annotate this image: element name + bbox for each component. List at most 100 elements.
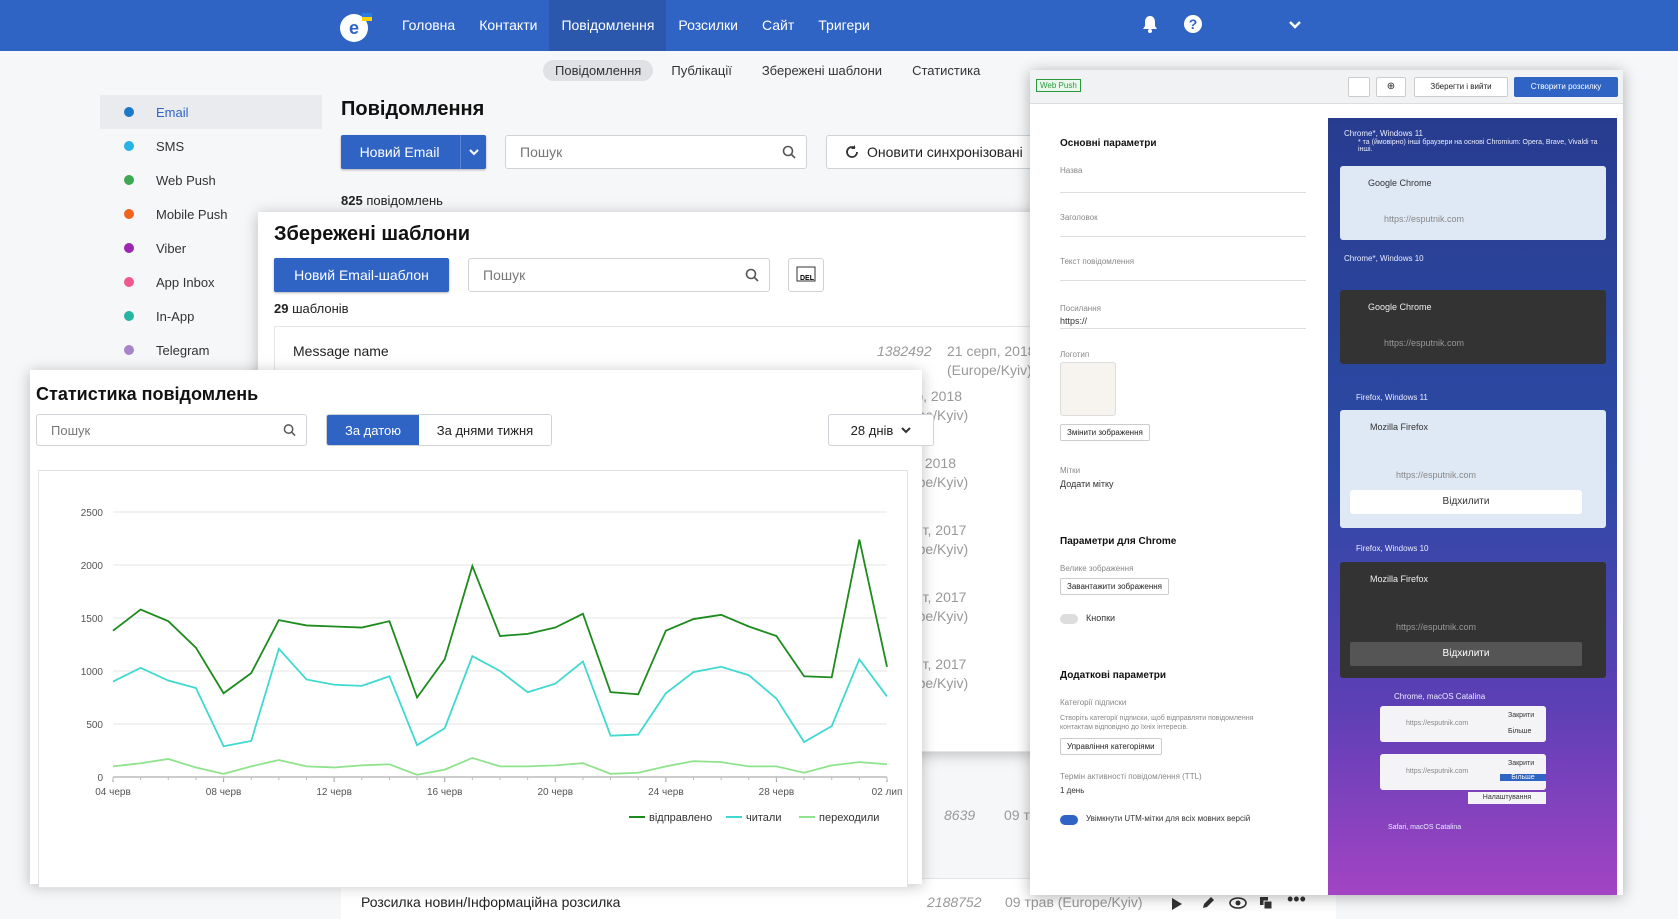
nav-campaigns[interactable]: Розсилки: [666, 0, 750, 51]
view-icon[interactable]: [1229, 897, 1247, 909]
template-id: 1382492: [877, 343, 932, 359]
ff10-label: Firefox, Windows 10: [1356, 544, 1429, 553]
notification-preview: Chrome*, Windows 11 * та (ймовірно) інші…: [1328, 118, 1617, 895]
templates-search-input[interactable]: Пошук: [468, 258, 770, 292]
big-image-label: Велике зображення: [1060, 564, 1134, 573]
mac-more-button[interactable]: Більше: [1508, 728, 1531, 735]
create-campaign-button[interactable]: Створити розсилку: [1514, 77, 1618, 97]
ttl-select[interactable]: 1 день: [1060, 786, 1084, 795]
delete-button[interactable]: DEL: [788, 258, 824, 292]
channel-dot-icon: [124, 107, 134, 117]
help-icon[interactable]: ?: [1183, 14, 1203, 34]
chevron-down-icon[interactable]: [460, 135, 486, 169]
x-tick-label: 04 черв: [95, 787, 131, 798]
nav-home[interactable]: Головна: [390, 0, 467, 51]
top-navigation-bar: e Головна Контакти Повідомлення Розсилки…: [0, 0, 1678, 51]
statistics-title: Статистика повідомлень: [36, 384, 259, 404]
utm-toggle[interactable]: [1060, 815, 1078, 825]
ff10-url: https://esputnik.com: [1396, 622, 1477, 632]
subnav-saved-templates[interactable]: Збережені шаблони: [750, 60, 894, 81]
edit-icon[interactable]: [1201, 896, 1215, 910]
template-name[interactable]: Message name: [293, 343, 389, 359]
messages-search-input[interactable]: Пошук: [505, 135, 807, 169]
message-id: 2188752: [927, 894, 982, 910]
add-tag-field[interactable]: Додати мітку: [1060, 479, 1114, 489]
subnav-publications[interactable]: Публікації: [659, 60, 743, 81]
refresh-synced-button[interactable]: Оновити синхронізовані: [826, 135, 1036, 169]
nav-contacts[interactable]: Контакти: [467, 0, 549, 51]
ttl-label: Термін активності повідомлення (TTL): [1060, 772, 1202, 781]
tab-by-date[interactable]: За датою: [327, 415, 419, 445]
refresh-icon: [846, 145, 858, 158]
ff11-dismiss-button[interactable]: Відхилити: [1350, 490, 1582, 514]
mac-notification-1: https://esputnik.com Закрити Більше: [1380, 706, 1546, 742]
period-select[interactable]: 28 днів: [828, 414, 934, 446]
svg-text:?: ?: [1189, 16, 1198, 32]
sidebar-item-web-push[interactable]: Web Push: [100, 163, 322, 197]
text-field[interactable]: [1060, 280, 1306, 281]
chrome10-label: Chrome*, Windows 10: [1344, 254, 1424, 263]
x-tick-label: 12 черв: [316, 787, 352, 798]
series-line-1: [112, 646, 888, 748]
channel-dot-icon: [124, 175, 134, 185]
subnav-statistics[interactable]: Статистика: [900, 60, 992, 81]
message-date-partial: 09 т: [1004, 807, 1030, 823]
language-globe-icon[interactable]: ⊕: [1376, 77, 1406, 97]
nav-messages[interactable]: Повідомлення: [549, 0, 667, 51]
change-image-button[interactable]: Змінити зображення: [1060, 424, 1150, 441]
template-date: 21 серп, 2018: [947, 343, 1036, 359]
new-email-template-button[interactable]: Новий Email-шаблон: [274, 258, 449, 292]
tags-label: Мітки: [1060, 466, 1081, 475]
sidebar-item-email[interactable]: Email: [100, 95, 322, 129]
heading-field[interactable]: [1060, 236, 1306, 237]
chevron-down-icon: [901, 426, 912, 433]
ff10-dismiss-button[interactable]: Відхилити: [1350, 642, 1582, 666]
statistics-chart: 0 500 1000 1500 2000 2500 04 черв 08 черв 12 чер…: [38, 470, 908, 888]
y-tick-label: 1500: [81, 614, 104, 625]
template-timezone: (Europe/Kyiv): [947, 362, 1032, 378]
sidebar-item-sms[interactable]: SMS: [100, 129, 322, 163]
editor-header: Web Push ⊕ Зберегти і вийти Створити роз…: [1030, 70, 1623, 104]
chrome11-url: https://esputnik.com: [1384, 214, 1465, 224]
subnav-messages[interactable]: Повідомлення: [543, 60, 654, 81]
copy-icon[interactable]: [1259, 896, 1273, 910]
mac-settings-button[interactable]: Налаштування: [1468, 792, 1546, 804]
chrome10-notification: Google Chrome https://esputnik.com: [1340, 290, 1606, 364]
search-placeholder: Пошук: [51, 422, 91, 438]
sidebar-item-label: App Inbox: [156, 274, 215, 290]
channel-dot-icon: [124, 345, 134, 355]
view-toggle: За датою За днями тижня: [326, 414, 552, 446]
buttons-toggle[interactable]: [1060, 614, 1078, 624]
ff10-app: Mozilla Firefox: [1370, 574, 1429, 584]
play-icon[interactable]: [1171, 897, 1183, 911]
upload-image-button[interactable]: Завантажити зображення: [1060, 578, 1169, 595]
tab-by-weekday[interactable]: За днями тижня: [419, 415, 551, 445]
period-value: 28 днів: [850, 422, 894, 438]
name-label: Назва: [1060, 166, 1083, 175]
nav-site[interactable]: Сайт: [750, 0, 806, 51]
editor-form: Основні параметри Назва Заголовок Текст …: [1036, 118, 1306, 895]
esputnik-logo[interactable]: e: [338, 8, 374, 44]
save-exit-button[interactable]: Зберегти і вийти: [1414, 77, 1508, 97]
messages-count: 825 повідомлень: [341, 193, 443, 208]
web-push-editor: Web Push ⊕ Зберегти і вийти Створити роз…: [1030, 70, 1623, 895]
bell-icon[interactable]: [1141, 14, 1159, 34]
delete-icon: DEL: [796, 266, 816, 282]
logo-image[interactable]: [1060, 362, 1116, 416]
sidebar-item-label: Telegram: [156, 342, 210, 358]
link-field[interactable]: https://: [1060, 316, 1087, 326]
name-field[interactable]: [1060, 192, 1306, 193]
manage-categories-button[interactable]: Управління категоріями: [1060, 738, 1162, 755]
test-icon[interactable]: [1348, 77, 1370, 97]
chrome10-app: Google Chrome: [1368, 302, 1432, 312]
text-label: Текст повідомлення: [1060, 257, 1135, 266]
sidebar-item-label: In-App: [156, 308, 195, 324]
statistics-search-input[interactable]: Пошук: [36, 414, 307, 446]
y-tick-label: 0: [97, 773, 103, 784]
new-email-button[interactable]: Новий Email: [341, 135, 486, 169]
section-chrome-params: Параметри для Chrome: [1060, 536, 1177, 547]
chevron-down-icon[interactable]: [1288, 20, 1302, 30]
mac-close-button[interactable]: Закрити: [1508, 712, 1534, 719]
nav-triggers[interactable]: Тригери: [806, 0, 882, 51]
x-tick-label: 20 черв: [538, 787, 574, 798]
